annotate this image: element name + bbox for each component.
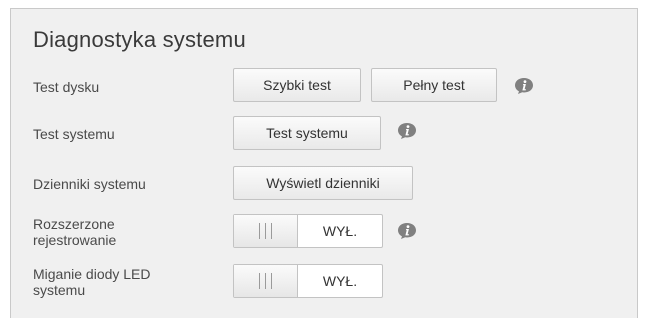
extended-logging-label-line1: Rozszerzone xyxy=(33,216,115,232)
system-test-label: Test systemu xyxy=(33,126,115,142)
quick-test-button[interactable]: Szybki test xyxy=(233,68,361,102)
system-logs-label: Dzienniki systemu xyxy=(33,176,146,192)
led-blink-label-line2: systemu xyxy=(33,282,86,298)
toggle-handle[interactable] xyxy=(234,215,298,247)
info-icon[interactable] xyxy=(514,77,534,95)
toggle-handle[interactable] xyxy=(234,265,298,297)
info-icon[interactable] xyxy=(397,222,417,240)
toggle-state-label: WYŁ. xyxy=(322,223,358,239)
section-title: Diagnostyka systemu xyxy=(33,27,246,52)
view-logs-button[interactable]: Wyświetl dzienniki xyxy=(233,166,413,200)
system-test-button[interactable]: Test systemu xyxy=(233,116,381,150)
extended-logging-label: Rozszerzone rejestrowanie xyxy=(33,216,116,248)
diagnostics-panel: Diagnostyka systemu Test dysku Szybki te… xyxy=(10,8,638,318)
disk-test-label: Test dysku xyxy=(33,79,100,95)
led-blink-toggle[interactable]: WYŁ. xyxy=(233,264,383,298)
extended-logging-toggle[interactable]: WYŁ. xyxy=(233,214,383,248)
grip-icon xyxy=(259,273,272,289)
led-blink-label: Miganie diody LED systemu xyxy=(33,266,151,298)
led-blink-label-line1: Miganie diody LED xyxy=(33,266,151,282)
info-icon[interactable] xyxy=(397,122,417,140)
toggle-state-label: WYŁ. xyxy=(322,273,358,289)
grip-icon xyxy=(259,223,272,239)
full-test-button[interactable]: Pełny test xyxy=(371,68,497,102)
extended-logging-label-line2: rejestrowanie xyxy=(33,232,117,248)
